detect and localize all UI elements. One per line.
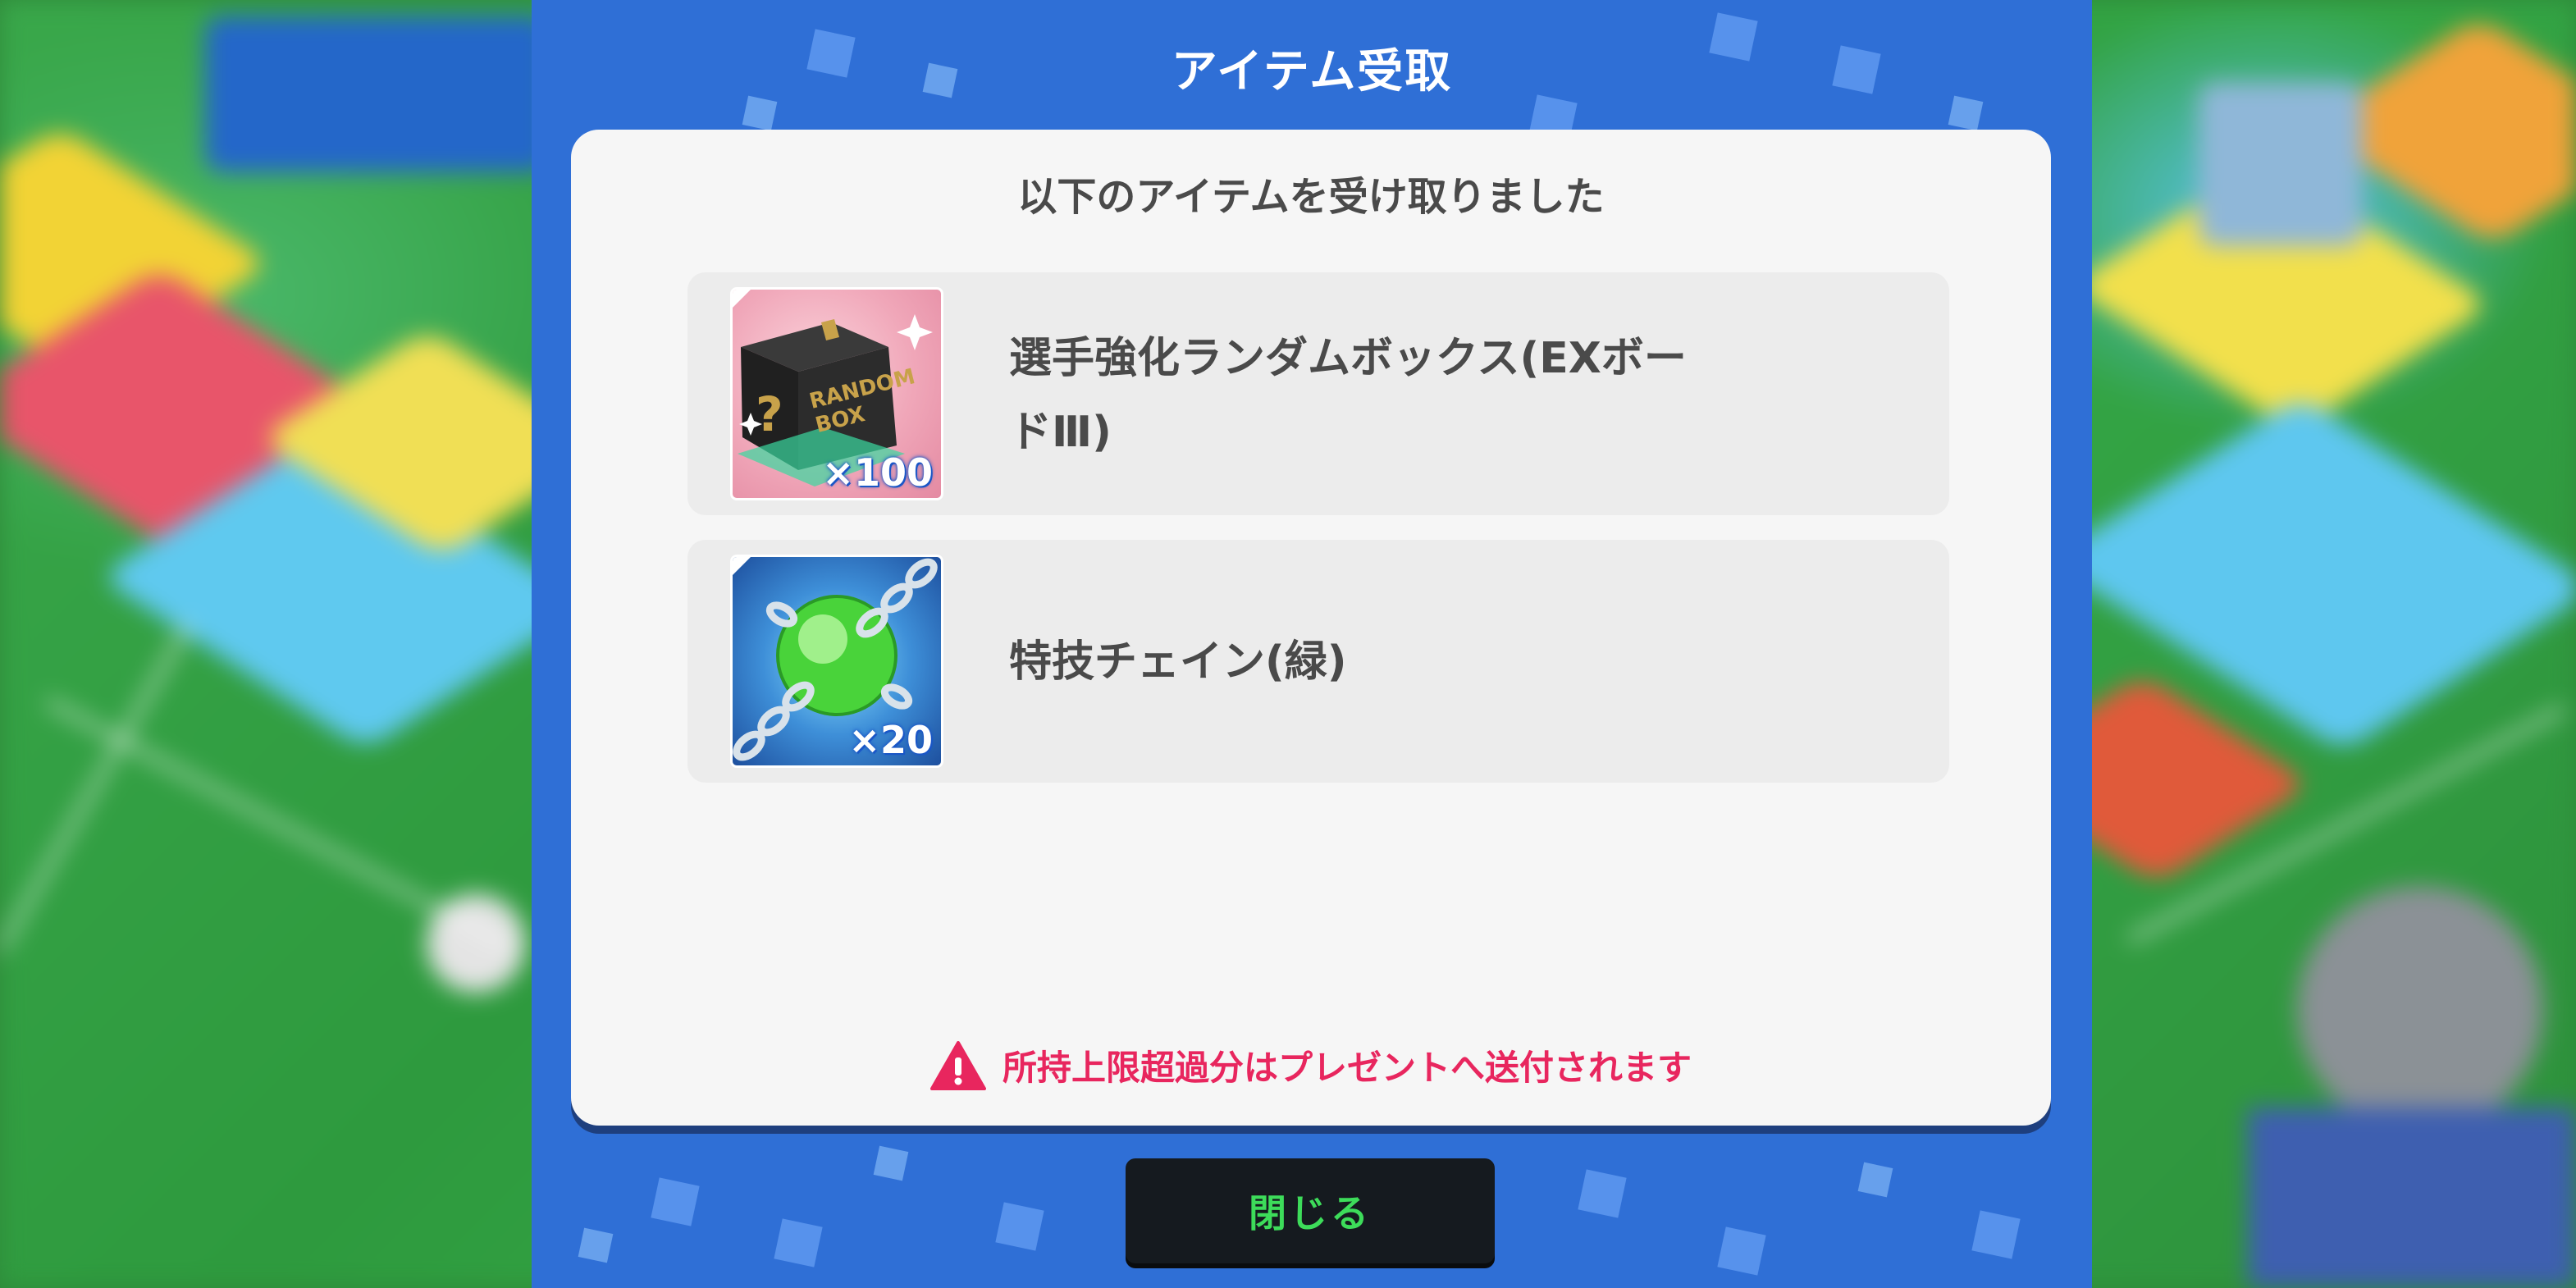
chain-ball-icon: ×20 — [730, 555, 943, 768]
item-row: ×20 特技チェイン(緑) — [687, 540, 1949, 783]
dialog-subtitle: 以下のアイテムを受け取りました — [1017, 174, 1605, 220]
item-name: 選手強化ランダムボックス(EXボー ドⅢ) — [1009, 334, 1687, 457]
random-box-icon: ? RANDOM BOX ×100 — [730, 287, 943, 500]
svg-text:?: ? — [756, 386, 783, 442]
item-name: 特技チェイン(緑) — [1009, 637, 1347, 687]
overflow-warning: 所持上限超過分はプレゼントへ送付されます — [571, 1040, 2051, 1090]
close-button[interactable]: 閉じる — [1126, 1158, 1495, 1263]
item-quantity: ×20 — [848, 718, 933, 762]
warning-icon — [929, 1040, 986, 1090]
item-receive-dialog: アイテム受取 以下のアイテムを受け取りました ? RANDOM BOX ×100… — [532, 0, 2092, 1288]
item-row: ? RANDOM BOX ×100 選手強化ランダムボックス(EXボー ドⅢ) — [687, 272, 1949, 515]
warning-text: 所持上限超過分はプレゼントへ送付されます — [1002, 1048, 1692, 1088]
dialog-title: アイテム受取 — [1171, 45, 1453, 98]
item-quantity: ×100 — [822, 450, 933, 495]
dialog-content-panel: 以下のアイテムを受け取りました ? RANDOM BOX ×100 選手強化ラン… — [571, 130, 2051, 1126]
